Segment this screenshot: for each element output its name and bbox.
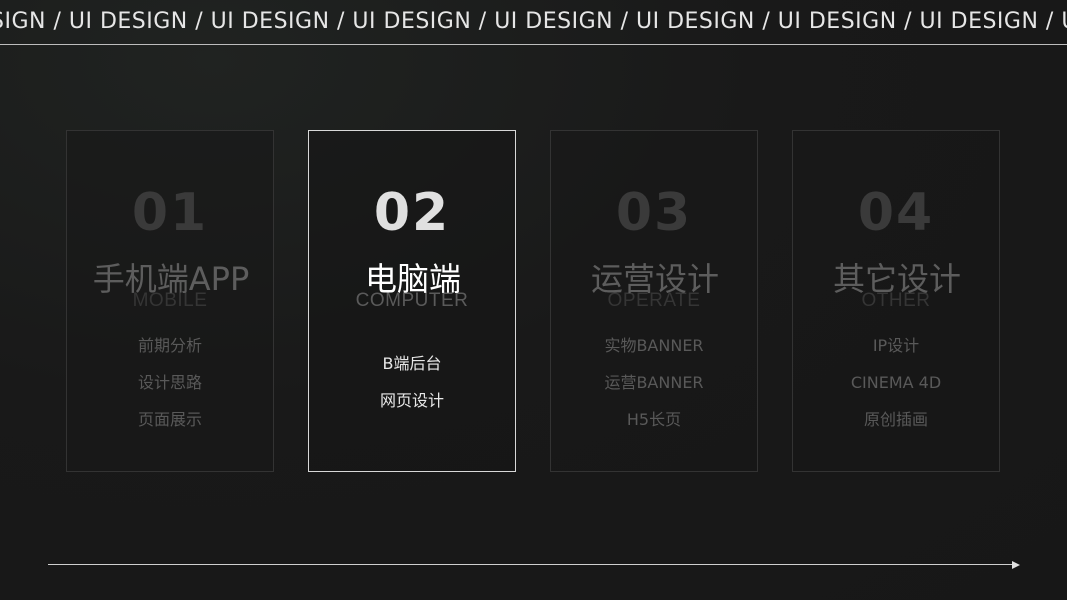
card-item: 实物BANNER <box>604 336 704 355</box>
card-item-list: 前期分析 设计思路 页面展示 <box>67 327 273 438</box>
arrow-right-icon <box>1012 561 1020 569</box>
card-item: IP设计 <box>872 336 920 355</box>
card-item-list: IP设计 CINEMA 4D 原创插画 <box>793 327 999 438</box>
timeline-line <box>48 564 1012 565</box>
card-item: 设计思路 <box>137 373 202 392</box>
card-number: 03 <box>615 183 693 243</box>
card-number: 04 <box>857 183 935 243</box>
card-item-list: B端后台 网页设计 <box>309 345 515 419</box>
card-other[interactable]: 04 其它设计 OTHER IP设计 CINEMA 4D 原创插画 <box>792 130 1000 472</box>
marquee-divider <box>0 44 1067 45</box>
card-title: 电脑端 <box>364 260 461 298</box>
card-item: 前期分析 <box>137 336 202 355</box>
card-title: 其它设计 <box>832 260 961 298</box>
card-number: 01 <box>131 183 209 243</box>
card-title: 手机端APP <box>92 260 250 298</box>
card-item: 网页设计 <box>379 391 444 410</box>
card-item-list: 实物BANNER 运营BANNER H5长页 <box>551 327 757 438</box>
marquee-text: SIGN / UI DESIGN / UI DESIGN / UI DESIGN… <box>0 9 1067 34</box>
card-item: B端后台 <box>382 354 442 373</box>
card-item: 页面展示 <box>137 410 202 429</box>
card-item: H5长页 <box>626 410 682 429</box>
card-item: CINEMA 4D <box>850 373 942 392</box>
card-item: 运营BANNER <box>604 373 704 392</box>
card-computer[interactable]: 02 电脑端 COMPUTER B端后台 网页设计 <box>308 130 516 472</box>
card-operate[interactable]: 03 运营设计 OPERATE 实物BANNER 运营BANNER H5长页 <box>550 130 758 472</box>
card-title: 运营设计 <box>590 260 719 298</box>
card-mobile[interactable]: 01 手机端APP MOBILE 前期分析 设计思路 页面展示 <box>66 130 274 472</box>
card-number: 02 <box>373 183 451 243</box>
card-item: 原创插画 <box>863 410 928 429</box>
marquee-banner: SIGN / UI DESIGN / UI DESIGN / UI DESIGN… <box>0 0 1067 44</box>
